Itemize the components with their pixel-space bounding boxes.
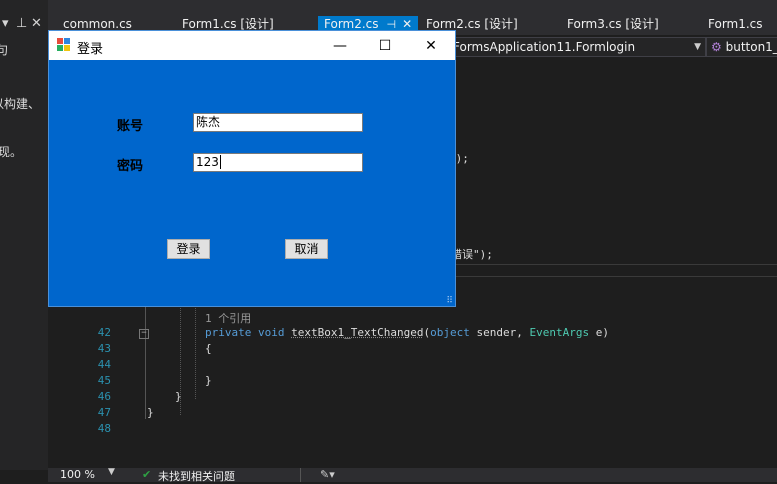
- cancel-button[interactable]: 取消: [285, 239, 328, 259]
- keyword: object: [430, 326, 470, 339]
- check-circle-icon: ✔: [142, 468, 152, 481]
- chevron-down-icon[interactable]: ▼: [108, 467, 115, 477]
- panel-text-line-2: 以构建、: [0, 97, 41, 111]
- code-fragment: 错误");: [451, 248, 493, 261]
- indent-guide: [195, 295, 196, 399]
- chevron-down-icon: ▼: [694, 42, 701, 52]
- param: sender,: [469, 326, 530, 339]
- form-icon: [57, 38, 71, 52]
- tab-label: common.cs: [63, 17, 132, 31]
- close-icon[interactable]: ✕: [31, 16, 42, 31]
- code-line-43: {: [205, 342, 212, 355]
- member-selector-value: button1_: [725, 40, 777, 54]
- password-value: 123: [196, 155, 219, 169]
- tab-form1-cs[interactable]: Form1.cs: [708, 16, 763, 35]
- keyword: private void: [205, 326, 292, 339]
- dialog-title-bar[interactable]: 登录 — ☐ ✕: [49, 31, 455, 60]
- tab-label: Form2.cs [设计]: [426, 17, 518, 31]
- brush-icon[interactable]: ✎▾: [320, 468, 335, 481]
- zoom-level[interactable]: 100 %: [60, 468, 95, 481]
- line-number: 43: [97, 342, 111, 355]
- panel-text-line-3: 现。: [0, 145, 23, 159]
- dropdown-icon[interactable]: ▾: [2, 16, 9, 31]
- text-cursor: [219, 155, 221, 169]
- password-input[interactable]: 123: [193, 153, 363, 172]
- code-line-42: private void textBox1_TextChanged(object…: [205, 326, 609, 339]
- maximize-icon[interactable]: ☐: [370, 35, 400, 57]
- code-line-46: }: [175, 390, 182, 403]
- dialog-title: 登录: [77, 42, 104, 57]
- param: e): [589, 326, 610, 339]
- pin-tab-icon[interactable]: ⊣: [387, 18, 397, 31]
- close-tab-icon[interactable]: ✕: [402, 17, 412, 31]
- divider: [300, 468, 301, 482]
- line-number: 47: [97, 406, 111, 419]
- line-number: 48: [97, 422, 111, 435]
- password-label: 密码: [117, 159, 144, 174]
- line-number: 42: [97, 326, 111, 339]
- status-bar: 100 % ▼ ✔ 未找到相关问题 ✎▾: [48, 467, 777, 483]
- tab-label: Form2.cs: [324, 17, 379, 31]
- left-tool-panel: ▾ ⊥ ✕ 句 以构建、 现。: [0, 0, 48, 470]
- tab-label: Form3.cs [设计]: [567, 17, 659, 31]
- collapse-icon[interactable]: −: [139, 329, 149, 339]
- line-number: 45: [97, 374, 111, 387]
- account-label: 账号: [117, 119, 144, 134]
- member-selector[interactable]: ⚙ button1_: [706, 37, 777, 57]
- event-icon: ⚙: [711, 40, 722, 54]
- document-tab-bar: common.cs Form1.cs [设计] Form2.cs ⊣ ✕ Form2…: [48, 0, 777, 35]
- tab-label: Form1.cs: [708, 17, 763, 31]
- class-selector[interactable]: FormsApplication11.Formlogin ▼: [448, 37, 706, 57]
- code-line-47: }: [147, 406, 154, 419]
- pin-icon[interactable]: ⊥: [16, 16, 27, 31]
- tab-label: Form1.cs [设计]: [182, 17, 274, 31]
- code-line-45: }: [205, 374, 212, 387]
- reference-hint[interactable]: 1 个引用: [205, 310, 251, 326]
- line-number: 44: [97, 358, 111, 371]
- outline-line: [145, 295, 146, 419]
- close-icon[interactable]: ✕: [416, 35, 446, 57]
- line-number: 46: [97, 390, 111, 403]
- account-input[interactable]: 陈杰: [193, 113, 363, 132]
- divider: [455, 264, 777, 265]
- class-selector-value: FormsApplication11.Formlogin: [453, 40, 636, 54]
- login-button[interactable]: 登录: [167, 239, 210, 259]
- minimize-icon[interactable]: —: [325, 35, 355, 57]
- resize-grip-icon[interactable]: ⠿: [446, 296, 453, 306]
- panel-text-line-1: 句: [0, 43, 9, 57]
- divider: [455, 276, 777, 277]
- type-name: EventArgs: [529, 326, 590, 339]
- login-dialog: 登录 — ☐ ✕ 账号 陈杰 密码 123 登录 取消 ⠿: [49, 31, 455, 306]
- tab-form3-designer[interactable]: Form3.cs [设计]: [567, 16, 659, 35]
- method-name: textBox1_TextChanged: [291, 326, 424, 339]
